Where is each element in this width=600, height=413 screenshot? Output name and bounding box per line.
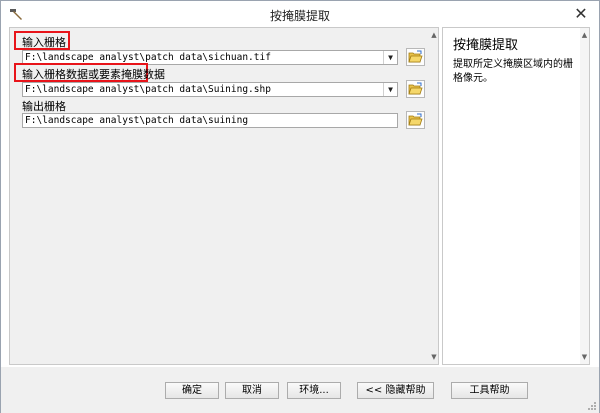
parameters-scrollbar[interactable]: ▲ ▼ — [430, 28, 438, 364]
help-pane: 按掩膜提取 提取所定义掩膜区域内的栅格像元。 ▲ ▼ — [442, 27, 590, 365]
folder-open-icon — [408, 50, 423, 63]
ok-button[interactable]: 确定 — [165, 382, 219, 399]
mask-combo[interactable]: F:\landscape analyst\patch data\Suining.… — [22, 82, 398, 97]
hide-help-button[interactable]: << 隐藏帮助 — [357, 382, 434, 399]
chevron-up-icon[interactable]: ▲ — [580, 30, 589, 40]
mask-value: F:\landscape analyst\patch data\Suining.… — [25, 84, 271, 95]
tool-help-button[interactable]: 工具帮助 — [451, 382, 528, 399]
folder-open-icon — [408, 82, 423, 95]
help-title: 按掩膜提取 — [453, 38, 519, 53]
environments-button[interactable]: 环境... — [287, 382, 341, 399]
input-raster-value: F:\landscape analyst\patch data\sichuan.… — [25, 52, 271, 63]
chevron-down-icon[interactable]: ▼ — [430, 352, 438, 362]
help-scrollbar[interactable]: ▲ ▼ — [580, 28, 589, 364]
chevron-down-icon[interactable]: ▼ — [580, 352, 589, 362]
input-raster-label: 输入栅格 — [22, 36, 66, 49]
title-bar[interactable]: 按掩膜提取 ✕ — [1, 1, 599, 27]
output-raster-value: F:\landscape analyst\patch data\suining — [25, 115, 249, 126]
browse-mask-button[interactable] — [406, 80, 425, 98]
mask-label: 输入栅格数据或要素掩膜数据 — [22, 68, 165, 81]
output-raster-input[interactable]: F:\landscape analyst\patch data\suining — [22, 113, 398, 128]
close-button[interactable]: ✕ — [571, 4, 591, 24]
chevron-down-icon[interactable]: ▼ — [383, 83, 397, 96]
output-raster-label: 输出栅格 — [22, 100, 66, 113]
folder-open-icon — [408, 113, 423, 126]
close-icon: ✕ — [574, 4, 588, 23]
cancel-button[interactable]: 取消 — [225, 382, 279, 399]
resize-grip-icon[interactable] — [587, 401, 597, 411]
browse-input-raster-button[interactable] — [406, 48, 425, 66]
dialog-window: 按掩膜提取 ✕ 输入栅格 F:\landscape analyst\patch … — [0, 0, 600, 413]
chevron-down-icon[interactable]: ▼ — [383, 51, 397, 64]
button-bar: 确定 取消 环境... << 隐藏帮助 工具帮助 — [1, 367, 599, 413]
browse-output-raster-button[interactable] — [406, 111, 425, 129]
chevron-up-icon[interactable]: ▲ — [430, 30, 438, 40]
window-title: 按掩膜提取 — [269, 9, 330, 23]
parameters-pane: 输入栅格 F:\landscape analyst\patch data\sic… — [9, 27, 439, 365]
help-text: 提取所定义掩膜区域内的栅格像元。 — [453, 59, 573, 84]
